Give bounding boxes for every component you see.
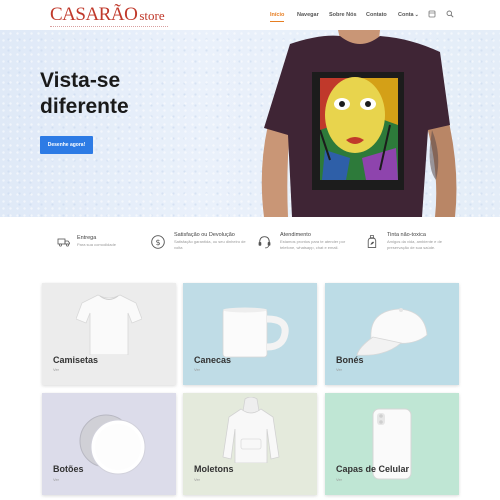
category-card-capas-celular[interactable]: Capas de Celular Ver — [325, 393, 459, 495]
hero-cta-button[interactable]: Desenhe agora! — [40, 136, 93, 154]
feature-title: Satisfação ou Devolução — [174, 232, 235, 238]
category-card-moletons[interactable]: Moletons Ver — [183, 393, 317, 495]
category-card-botoes[interactable]: Botões Ver — [42, 393, 176, 495]
category-link[interactable]: Ver — [53, 367, 59, 372]
site-logo[interactable]: CASARÃO store — [50, 4, 168, 27]
cap-product-image — [356, 308, 428, 356]
category-link[interactable]: Ver — [336, 367, 342, 372]
mug-product-image — [222, 307, 289, 358]
category-title: Bonés — [336, 355, 364, 365]
button-badge-product-image — [79, 414, 146, 475]
cart-icon[interactable] — [428, 10, 436, 18]
truck-icon — [57, 238, 70, 247]
feature-text: Amigos da vida, ambiente e de preservaçã… — [387, 239, 442, 250]
feature-item: Tinta não-toxica Amigos da vida, ambient… — [365, 227, 470, 267]
category-link[interactable]: Ver — [194, 477, 200, 482]
money-back-icon: $ — [151, 235, 165, 249]
hero-model-image — [261, 30, 457, 217]
headset-icon — [258, 236, 271, 249]
nav-navegar-link[interactable]: Navegar — [297, 0, 319, 30]
category-card-canecas[interactable]: Canecas Ver — [183, 283, 317, 385]
chevron-down-icon: ⌄ — [414, 12, 419, 18]
category-title: Capas de Celular — [336, 464, 410, 474]
feature-item: $ Satisfação ou Devolução Satisfação gar… — [150, 227, 255, 267]
category-card-camisetas[interactable]: Camisetas Ver — [42, 283, 176, 385]
feature-title: Entrega — [77, 235, 97, 241]
shirt-art-print — [312, 72, 404, 190]
category-link[interactable]: Ver — [336, 477, 342, 482]
feature-text: Para sua comodidade — [77, 242, 116, 247]
logo-store-text: store — [139, 8, 165, 23]
feature-text: Estamos prontos para te atender por tele… — [280, 239, 346, 250]
logo-main-text: CASARÃO — [50, 4, 138, 25]
eco-bottle-icon — [367, 235, 377, 248]
nav-conta-label: Conta — [398, 12, 414, 18]
feature-item: Entrega Para sua comodidade — [57, 227, 147, 267]
svg-text:$: $ — [155, 238, 160, 247]
category-title: Moletons — [194, 464, 234, 474]
features-bar: Entrega Para sua comodidade $ Satisfação… — [0, 227, 500, 267]
category-title: Camisetas — [53, 355, 99, 365]
feature-text: Satisfação garantida, ou seu dinheiro de… — [174, 239, 246, 250]
feature-title: Atendimento — [280, 232, 311, 238]
nav-contato-link[interactable]: Contato — [366, 0, 387, 30]
category-card-bones[interactable]: Bonés Ver — [325, 283, 459, 385]
category-link[interactable]: Ver — [53, 477, 59, 482]
category-title: Canecas — [194, 355, 232, 365]
nav-home-link[interactable]: Início — [270, 0, 285, 30]
hoodie-product-image — [222, 397, 280, 463]
feature-item: Atendimento Estamos prontos para te aten… — [257, 227, 362, 267]
feature-title: Tinta não-toxica — [387, 232, 426, 238]
nav-sobre-link[interactable]: Sobre Nós — [329, 0, 357, 30]
tshirt-product-image — [76, 294, 142, 355]
category-link[interactable]: Ver — [194, 367, 200, 372]
hero-title: Vista-se diferente — [40, 69, 129, 118]
site-header: CASARÃO store Início Navegar Sobre Nós C… — [0, 0, 500, 30]
logo-underline — [50, 26, 168, 29]
category-title: Botões — [53, 464, 84, 474]
search-icon[interactable] — [446, 10, 454, 18]
nav-conta-menu[interactable]: Conta ⌄ — [398, 0, 419, 30]
